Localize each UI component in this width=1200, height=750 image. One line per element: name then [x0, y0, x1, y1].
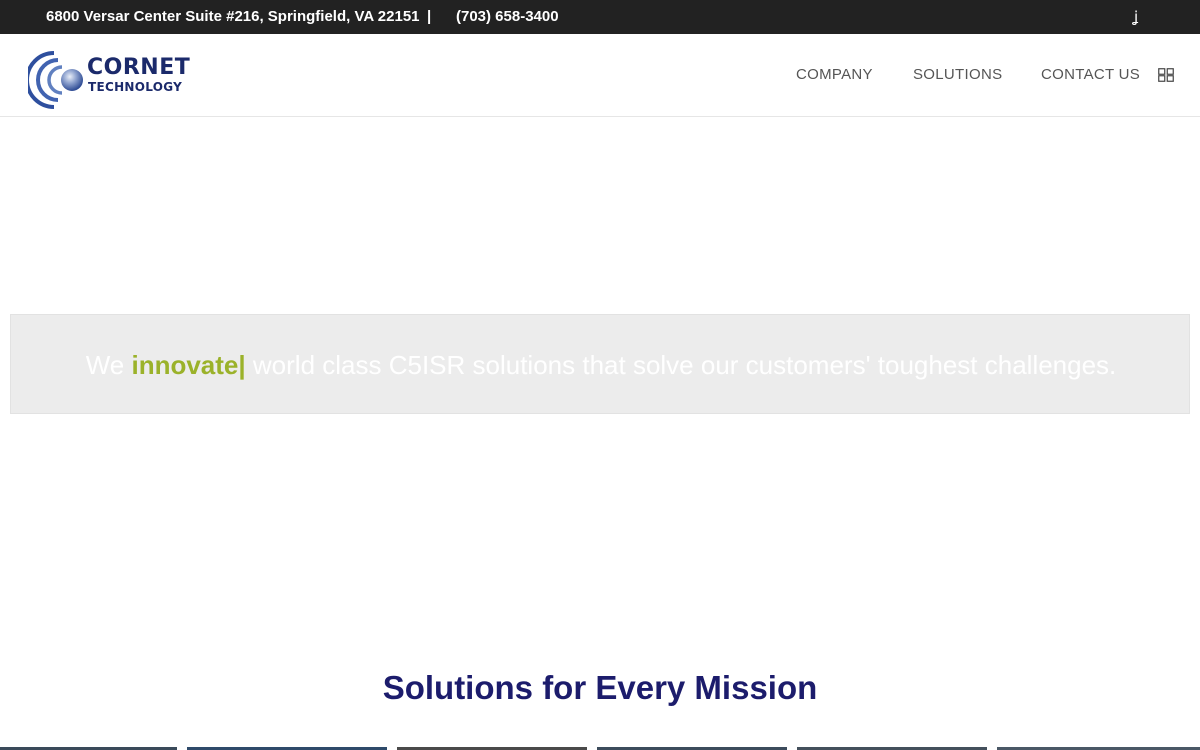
section-title: Solutions for Every Mission	[382, 669, 818, 706]
grid-menu-icon[interactable]	[1158, 68, 1174, 82]
instagram-icon[interactable]: ʝ	[1134, 8, 1138, 26]
hero-highlight-word: innovate	[131, 350, 239, 380]
typing-cursor: |	[238, 350, 246, 380]
nav-contact-us[interactable]: CONTACT US	[1041, 66, 1140, 84]
topbar-separator: |	[427, 8, 432, 25]
hero-banner: We innovate| world class C5ISR solutions…	[10, 314, 1190, 414]
top-bar: 6800 Versar Center Suite #216, Springfie…	[0, 0, 1200, 34]
site-header: CORNET TECHNOLOGY COMPANY SOLUTIONS CONT…	[0, 34, 1200, 117]
nav-solutions[interactable]: SOLUTIONS	[913, 66, 1002, 84]
phone-link[interactable]: (703) 658-3400	[456, 8, 559, 26]
nav-company[interactable]: COMPANY	[796, 66, 873, 84]
main-nav: COMPANY SOLUTIONS CONTACT US	[0, 66, 1200, 86]
address-text: 6800 Versar Center Suite #216, Springfie…	[46, 8, 420, 25]
hero-prefix: We	[85, 350, 132, 380]
hero-tagline: We innovate| world class C5ISR solutions…	[11, 350, 1191, 380]
hero-suffix: world class C5ISR solutions that solve o…	[245, 350, 1117, 380]
